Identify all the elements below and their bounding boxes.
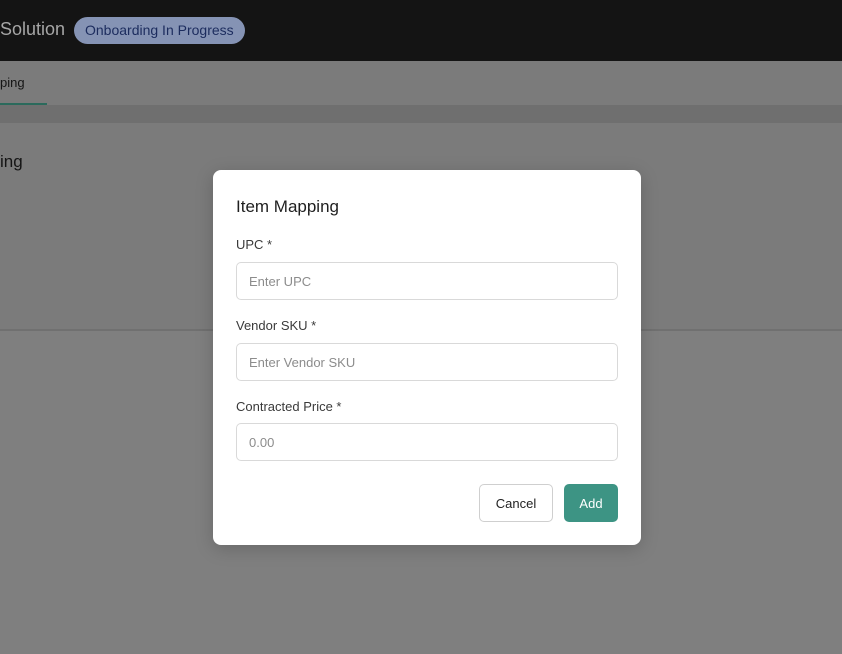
add-button[interactable]: Add (564, 484, 618, 522)
tab-active[interactable]: ping (0, 61, 47, 105)
vendor-sku-label: Vendor SKU * (236, 318, 317, 333)
contracted-price-input[interactable] (236, 423, 618, 461)
upc-label: UPC * (236, 237, 273, 252)
vendor-sku-input[interactable] (236, 343, 618, 381)
status-badge: Onboarding In Progress (74, 17, 245, 44)
item-mapping-modal: Item Mapping UPC * Vendor SKU * Contract… (213, 170, 641, 545)
page-band (0, 105, 842, 123)
tab-active-label: ping (0, 75, 25, 90)
card-title: ing (0, 152, 23, 171)
top-bar: Solution Onboarding In Progress (0, 0, 842, 61)
modal-title: Item Mapping (236, 197, 339, 216)
contracted-price-label: Contracted Price * (236, 399, 342, 414)
tab-bar: ping (0, 61, 842, 105)
app-title: Solution (0, 19, 66, 39)
cancel-button[interactable]: Cancel (479, 484, 553, 522)
upc-input[interactable] (236, 262, 618, 300)
